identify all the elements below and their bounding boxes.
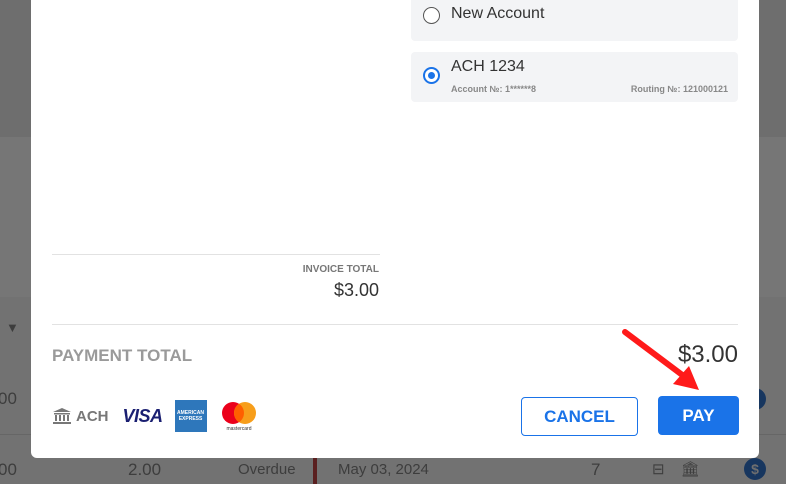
payment-divider [52, 324, 738, 325]
amex-logo: AMERICAN EXPRESS [174, 400, 207, 432]
visa-logo: VISA [122, 405, 164, 426]
accepted-payment-methods: ACH VISA AMERICAN EXPRESS mastercard [52, 400, 259, 432]
payment-modal: New Account ACH 1234 Account №: 1******8… [31, 0, 759, 458]
bg-row2-date: May 03, 2024 [338, 461, 429, 478]
invoice-divider [52, 254, 380, 255]
filter-icon: ▼ [6, 320, 19, 335]
invoice-total-label: INVOICE TOTAL [302, 264, 379, 275]
bg-row2-amount-left: 00 [0, 460, 17, 479]
mastercard-wordmark: mastercard [226, 426, 251, 432]
ach-method-label: ACH [76, 407, 109, 425]
ach-radio[interactable] [423, 67, 440, 84]
ach-routing-number: Routing №: 121000121 [630, 84, 728, 94]
invoice-total-value: $3.00 [333, 280, 379, 300]
bg-row2-status: Overdue [238, 461, 296, 478]
bank-icon [53, 408, 71, 424]
mastercard-logo: mastercard [221, 402, 256, 432]
payment-option-ach[interactable]: ACH 1234 Account №: 1******8 Routing №: … [411, 52, 738, 102]
new-account-radio[interactable] [423, 7, 440, 24]
bg-row2-amount: 2.00 [128, 460, 162, 479]
ach-account-number: Account №: 1******8 [451, 84, 537, 94]
dollar-icon: $ [744, 458, 766, 480]
payment-total-value: $3.00 [677, 341, 738, 368]
ach-label: ACH 1234 [451, 58, 525, 75]
payment-total-label: PAYMENT TOTAL [52, 346, 193, 365]
amex-logo-text: AMERICAN EXPRESS [177, 410, 204, 422]
payment-option-new-account[interactable]: New Account [411, 0, 738, 41]
bg-row2-count: 7 [591, 460, 601, 479]
new-account-label: New Account [451, 5, 545, 22]
pay-button[interactable]: PAY [658, 396, 739, 435]
cancel-button[interactable]: CANCEL [521, 397, 638, 436]
bg-row1-amount: 00 [0, 389, 17, 408]
bg-row2-method-icons: ⊟ 🏛 [652, 461, 706, 478]
